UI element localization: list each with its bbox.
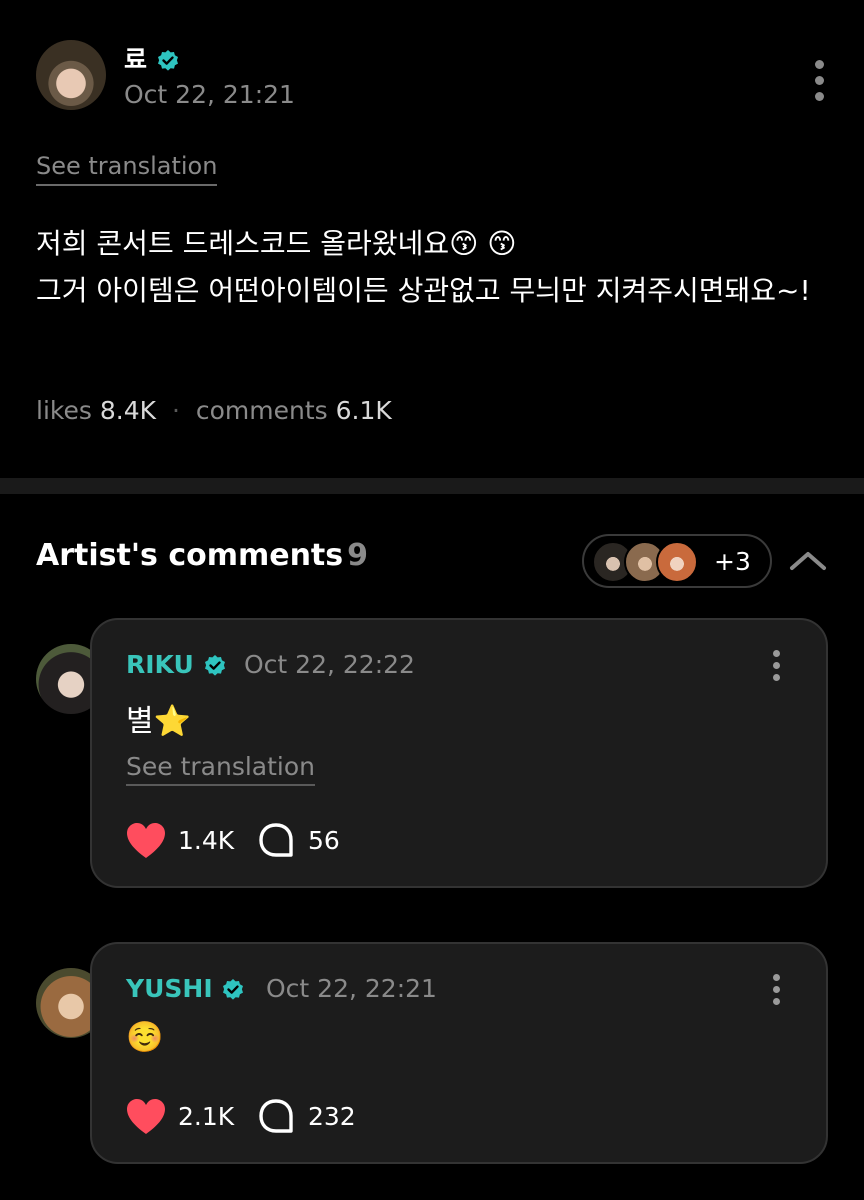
more-options-icon[interactable] (768, 974, 788, 1010)
reply-count: 56 (308, 826, 340, 855)
comment-text: ☺️ (126, 1020, 164, 1055)
commenter-name[interactable]: YUSHI (126, 974, 213, 1003)
verified-badge-icon (223, 979, 244, 1000)
comment-card-riku: RIKU Oct 22, 22:22 별⭐️ See translation 1… (90, 618, 828, 888)
author-name-row[interactable]: 료 (124, 40, 180, 76)
commenter-name-row[interactable]: RIKU (126, 650, 227, 679)
author-name[interactable]: 료 (124, 45, 147, 74)
chevron-up-icon[interactable] (788, 542, 828, 578)
comment-actions: 2.1K 232 (126, 1098, 426, 1138)
see-translation-link[interactable]: See translation (126, 752, 316, 786)
artist-avatar-stack[interactable]: +3 (582, 534, 772, 588)
post-body: 저희 콘서트 드레스코드 올라왔네요😙 😙 그거 아이템은 어떤아이템이든 상관… (36, 227, 811, 307)
artist-avatar (656, 541, 698, 583)
section-divider (0, 478, 864, 494)
commenter-name[interactable]: RIKU (126, 650, 194, 679)
post-stats: likes 8.4K · comments 6.1K (36, 396, 392, 425)
like-count: 1.4K (178, 826, 235, 855)
comment-date: Oct 22, 22:22 (244, 650, 415, 679)
comment-bubble-icon[interactable] (258, 1098, 294, 1136)
artist-comments-label: Artist's comments (36, 538, 344, 573)
verified-badge-icon (204, 655, 225, 676)
comment-actions: 1.4K 56 (126, 822, 426, 862)
comments-label: comments (195, 396, 328, 425)
comment-card-yushi: YUSHI Oct 22, 22:21 ☺️ 2.1K 232 (90, 942, 828, 1164)
artist-comments-title: Artist's comments 9 (36, 538, 368, 573)
more-options-icon[interactable] (768, 650, 788, 686)
comment-bubble-icon[interactable] (258, 822, 294, 860)
more-options-icon[interactable] (806, 58, 834, 102)
like-count: 2.1K (178, 1102, 235, 1131)
likes-count[interactable]: 8.4K (100, 396, 156, 425)
post-date: Oct 22, 21:21 (124, 80, 295, 109)
comments-count[interactable]: 6.1K (336, 396, 392, 425)
reply-count: 232 (308, 1102, 356, 1131)
see-translation-link[interactable]: See translation (36, 152, 218, 186)
stats-separator: · (171, 396, 180, 425)
likes-label: likes (36, 396, 92, 425)
artist-comments-count: 9 (347, 538, 369, 573)
more-artists-count: +3 (714, 547, 751, 576)
comment-date: Oct 22, 22:21 (266, 974, 437, 1003)
commenter-name-row[interactable]: YUSHI (126, 974, 245, 1003)
heart-icon[interactable] (126, 1098, 166, 1136)
author-avatar[interactable] (36, 40, 106, 110)
verified-badge-icon (157, 50, 178, 71)
heart-icon[interactable] (126, 822, 166, 860)
comment-text: 별⭐️ (126, 704, 191, 739)
post-header: 료 Oct 22, 21:21 (36, 40, 836, 112)
